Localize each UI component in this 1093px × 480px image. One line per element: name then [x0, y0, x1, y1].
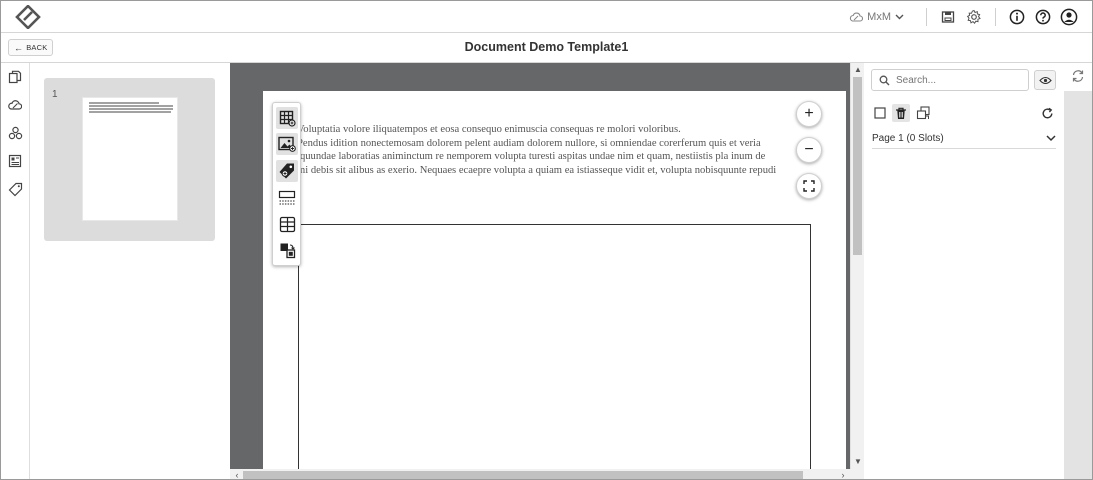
thumbnail-text-line: [89, 105, 173, 107]
image-icon[interactable]: [276, 133, 298, 155]
horizontal-scrollbar[interactable]: ‹ ›: [230, 469, 850, 479]
fullscreen-icon: [803, 180, 815, 192]
thumbnail-preview: [82, 97, 178, 221]
scroll-right-icon[interactable]: ›: [837, 469, 849, 479]
reload-button[interactable]: [1038, 104, 1056, 122]
divider: [926, 8, 927, 26]
delete-button[interactable]: [892, 104, 910, 122]
pages-icon[interactable]: [7, 69, 23, 85]
visibility-toggle-button[interactable]: [1034, 70, 1056, 90]
thumbnail-text-line: [89, 111, 171, 113]
tag-icon[interactable]: [276, 160, 298, 182]
scrollbar-thumb[interactable]: [243, 471, 803, 479]
page-text-line: Voluptatia volore iliquatempos et eosa c…: [297, 124, 681, 135]
fit-to-screen-button[interactable]: [796, 173, 822, 199]
cloud-edit-icon[interactable]: [7, 97, 23, 113]
page-title: Document Demo Template1: [464, 40, 629, 54]
scroll-left-icon[interactable]: ‹: [231, 469, 243, 479]
trash-icon: [896, 107, 906, 119]
page-slot-group[interactable]: Page 1 (0 Slots): [872, 129, 1056, 149]
gear-icon[interactable]: [964, 7, 984, 27]
table-icon[interactable]: [276, 213, 298, 235]
page-text-block[interactable]: Voluptatia volore iliquatempos et eosa c…: [297, 123, 807, 177]
document-page[interactable]: Voluptatia volore iliquatempos et eosa c…: [263, 91, 846, 469]
search-icon: [879, 75, 890, 85]
divider-icon[interactable]: [276, 187, 298, 209]
top-right-toolbar: MxM: [849, 1, 1082, 33]
tag-icon[interactable]: [7, 181, 23, 197]
content-frame[interactable]: [298, 224, 811, 469]
document-canvas[interactable]: Voluptatia volore iliquatempos et eosa c…: [230, 63, 850, 469]
scroll-down-icon[interactable]: ▼: [851, 456, 865, 468]
search-box[interactable]: [871, 69, 1029, 91]
select-all-checkbox[interactable]: [871, 104, 889, 122]
page-thumbnails-panel: 1: [30, 63, 230, 479]
reload-icon: [1042, 107, 1052, 118]
chevron-down-icon: [895, 14, 904, 20]
cloud-icon: [850, 12, 864, 22]
save-icon[interactable]: [938, 7, 958, 27]
org-selector[interactable]: MxM: [849, 11, 908, 23]
slots-panel: Page 1 (0 Slots): [864, 63, 1064, 479]
insert-toolbar: [272, 102, 301, 266]
thumbnail-text-line: [89, 102, 159, 104]
eye-icon: [1038, 76, 1052, 84]
scroll-up-icon[interactable]: ▲: [851, 64, 865, 76]
page-thumbnail[interactable]: 1: [44, 78, 215, 241]
divider: [995, 8, 996, 26]
swap-icon[interactable]: [276, 239, 298, 261]
user-icon[interactable]: [1059, 7, 1079, 27]
components-icon[interactable]: [7, 125, 23, 141]
layout-icon[interactable]: [7, 153, 23, 169]
info-icon[interactable]: [1007, 7, 1027, 27]
copy-icon: [916, 106, 930, 120]
checkbox-icon: [874, 107, 886, 119]
top-bar: MxM: [1, 1, 1092, 33]
scrollbar-corner: [850, 469, 864, 479]
right-edge-panel: [1064, 63, 1092, 479]
thumbnail-number: 1: [52, 89, 58, 100]
plus-icon: +: [804, 105, 814, 122]
page-slot-label: Page 1 (0 Slots): [872, 133, 944, 144]
table-grid-icon[interactable]: [276, 107, 298, 129]
title-bar: ← BACK Document Demo Template1: [1, 33, 1092, 63]
org-name: MxM: [867, 11, 891, 23]
collapsed-panel: [1064, 91, 1092, 479]
copy-button[interactable]: [914, 104, 932, 122]
app-window: MxM ← BACK Document Demo Template1 1 Vol…: [0, 0, 1093, 480]
vertical-scrollbar[interactable]: ▲ ▼: [850, 63, 864, 469]
left-icon-rail: [1, 63, 30, 479]
scrollbar-thumb[interactable]: [853, 77, 862, 255]
help-icon[interactable]: [1033, 7, 1053, 27]
sync-icon[interactable]: [1070, 68, 1086, 84]
page-text-line: mi debis sit alibus as exerio. Nequaes e…: [297, 164, 777, 176]
page-text-line: iquundae laboratias animinctum re nempor…: [297, 151, 766, 163]
zoom-out-button[interactable]: −: [796, 137, 822, 163]
logo-icon[interactable]: [15, 4, 41, 30]
zoom-in-button[interactable]: +: [796, 101, 822, 127]
chevron-down-icon: [1046, 135, 1056, 142]
minus-icon: −: [804, 141, 814, 158]
thumbnail-text-line: [89, 108, 173, 110]
page-text-line: Pendus idition nonectemosam dolorem pele…: [297, 137, 761, 149]
search-input[interactable]: [896, 74, 1026, 86]
